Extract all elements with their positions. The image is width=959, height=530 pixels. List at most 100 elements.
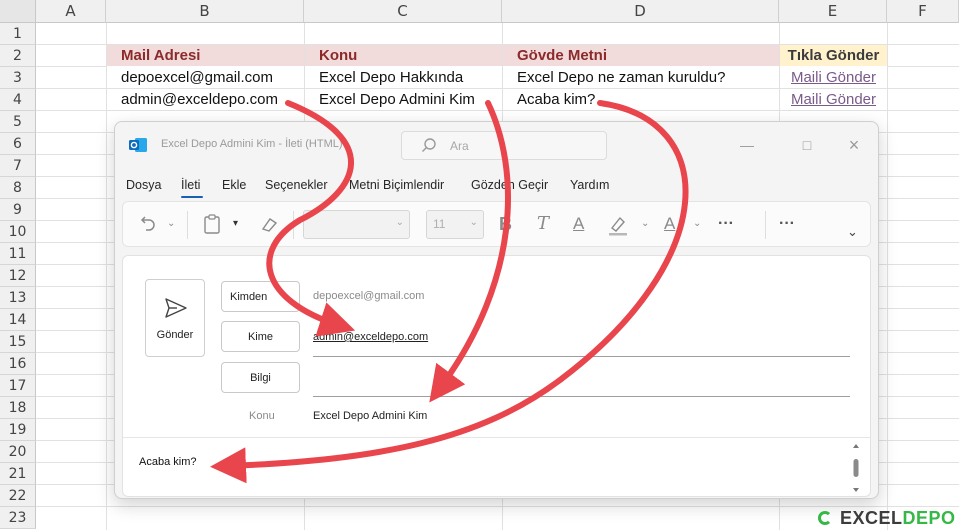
font-family-dropdown[interactable]: ⌄ — [303, 210, 410, 239]
more-options-icon[interactable]: ··· — [718, 212, 734, 236]
to-field-underline — [313, 356, 850, 357]
row-header[interactable]: 8 — [0, 177, 36, 199]
table-cell[interactable]: Excel Depo Hakkında — [305, 67, 502, 89]
send-button[interactable]: Gönder — [145, 279, 205, 357]
table-cell[interactable]: depoexcel@gmail.com — [107, 67, 304, 89]
row-header[interactable]: 17 — [0, 375, 36, 397]
row-header[interactable]: 16 — [0, 353, 36, 375]
close-icon[interactable]: × — [843, 134, 865, 156]
row-header[interactable]: 15 — [0, 331, 36, 353]
row-header[interactable]: 4 — [0, 89, 36, 111]
chevron-down-icon: ⌄ — [395, 217, 404, 228]
row-header[interactable]: 6 — [0, 133, 36, 155]
chevron-down-icon[interactable]: ⌄ — [693, 212, 701, 236]
expand-ribbon-icon[interactable]: ⌄ — [847, 220, 858, 244]
highlighter-icon[interactable] — [607, 214, 629, 236]
to-field[interactable]: admin@exceldepo.com — [313, 331, 428, 343]
format-painter-icon[interactable] — [260, 215, 280, 233]
gridline — [887, 23, 888, 530]
row-header[interactable]: 20 — [0, 441, 36, 463]
column-header-a[interactable]: A — [36, 0, 106, 23]
subject-field[interactable]: Excel Depo Admini Kim — [313, 410, 427, 422]
cc-button[interactable]: Bilgi — [221, 362, 300, 393]
row-header[interactable]: 21 — [0, 463, 36, 485]
to-button[interactable]: Kime — [221, 321, 300, 352]
divider — [123, 437, 870, 438]
chevron-down-icon[interactable]: ▾ — [233, 212, 238, 236]
row-header[interactable]: 19 — [0, 419, 36, 441]
maximize-icon[interactable]: □ — [796, 134, 818, 156]
row-header[interactable]: 14 — [0, 309, 36, 331]
table-cell[interactable]: Acaba kim? — [503, 89, 779, 111]
chevron-down-icon[interactable]: ⌄ — [167, 212, 175, 236]
tab-options[interactable]: Seçenekler — [265, 178, 328, 192]
from-button[interactable]: Kimden ⌄ — [221, 281, 300, 312]
tab-file[interactable]: Dosya — [126, 178, 161, 192]
tab-message[interactable]: İleti — [181, 178, 200, 192]
ribbon-toolbar: ⌄ ▾ ⌄ 11 ⌄ B T A ⌄ A ⌄ ··· ··· ⌄ — [122, 201, 871, 247]
watermark-excel: EXCEL — [840, 508, 903, 528]
undo-icon[interactable] — [137, 214, 157, 234]
chevron-down-icon[interactable]: ⌄ — [641, 212, 649, 236]
send-label: Gönder — [156, 329, 194, 341]
separator — [293, 211, 294, 239]
row-header[interactable]: 1 — [0, 23, 36, 45]
brand-logo-icon — [818, 511, 832, 525]
more-options-icon[interactable]: ··· — [779, 212, 795, 236]
send-mail-link[interactable]: Maili Gönder — [780, 89, 887, 111]
table-cell[interactable]: Excel Depo Admini Kim — [305, 89, 502, 111]
active-tab-indicator — [181, 196, 203, 198]
search-box[interactable]: Ara — [401, 131, 607, 160]
separator — [765, 211, 766, 239]
cc-field-underline — [313, 396, 850, 397]
minimize-icon[interactable]: — — [736, 134, 758, 156]
brand-watermark: EXCELDEPO — [818, 508, 956, 530]
underline-icon[interactable]: A — [573, 212, 584, 236]
outlook-logo-icon — [129, 138, 147, 152]
vertical-scrollbar[interactable] — [850, 442, 862, 494]
row-header[interactable]: 23 — [0, 507, 36, 529]
chevron-down-icon: ⌄ — [469, 217, 478, 228]
table-header-body[interactable]: Gövde Metni — [503, 45, 779, 67]
table-cell[interactable]: Excel Depo ne zaman kuruldu? — [503, 67, 779, 89]
font-color-icon[interactable]: A — [664, 212, 675, 236]
outlook-message-window: Excel Depo Admini Kim - İleti (HTML) Ara… — [114, 121, 879, 499]
column-header-d[interactable]: D — [502, 0, 779, 23]
row-header[interactable]: 22 — [0, 485, 36, 507]
row-header[interactable]: 3 — [0, 67, 36, 89]
column-header-c[interactable]: C — [304, 0, 502, 23]
table-header-send[interactable]: Tıkla Gönder — [780, 45, 887, 67]
tab-help[interactable]: Yardım — [570, 178, 609, 192]
row-header[interactable]: 5 — [0, 111, 36, 133]
table-cell[interactable]: admin@exceldepo.com — [107, 89, 304, 111]
from-label: Kimden — [230, 291, 268, 303]
italic-icon[interactable]: T — [537, 212, 549, 236]
row-header[interactable]: 18 — [0, 397, 36, 419]
tab-review[interactable]: Gözden Geçir — [471, 178, 548, 192]
watermark-depo: DEPO — [902, 508, 956, 528]
column-header-f[interactable]: F — [887, 0, 959, 23]
font-size-value: 11 — [433, 217, 446, 231]
clipboard-icon[interactable] — [203, 214, 221, 234]
tab-insert[interactable]: Ekle — [222, 178, 246, 192]
row-header[interactable]: 9 — [0, 199, 36, 221]
row-header[interactable]: 10 — [0, 221, 36, 243]
tab-format-text[interactable]: Metni Biçimlendir — [349, 178, 444, 192]
column-header-b[interactable]: B — [106, 0, 304, 23]
message-body[interactable]: Acaba kim? — [139, 456, 196, 468]
bold-icon[interactable]: B — [499, 212, 512, 236]
table-header-subject[interactable]: Konu — [305, 45, 502, 67]
column-header-e[interactable]: E — [779, 0, 887, 23]
send-mail-link[interactable]: Maili Gönder — [780, 67, 887, 89]
select-all-corner[interactable] — [0, 0, 36, 23]
separator — [187, 211, 188, 239]
row-header[interactable]: 13 — [0, 287, 36, 309]
row-header[interactable]: 12 — [0, 265, 36, 287]
font-size-dropdown[interactable]: 11 ⌄ — [426, 210, 484, 239]
row-header[interactable]: 7 — [0, 155, 36, 177]
send-icon — [165, 298, 187, 318]
gridline — [36, 506, 959, 507]
row-header[interactable]: 11 — [0, 243, 36, 265]
row-header[interactable]: 2 — [0, 45, 36, 67]
table-header-mail[interactable]: Mail Adresi — [107, 45, 304, 67]
